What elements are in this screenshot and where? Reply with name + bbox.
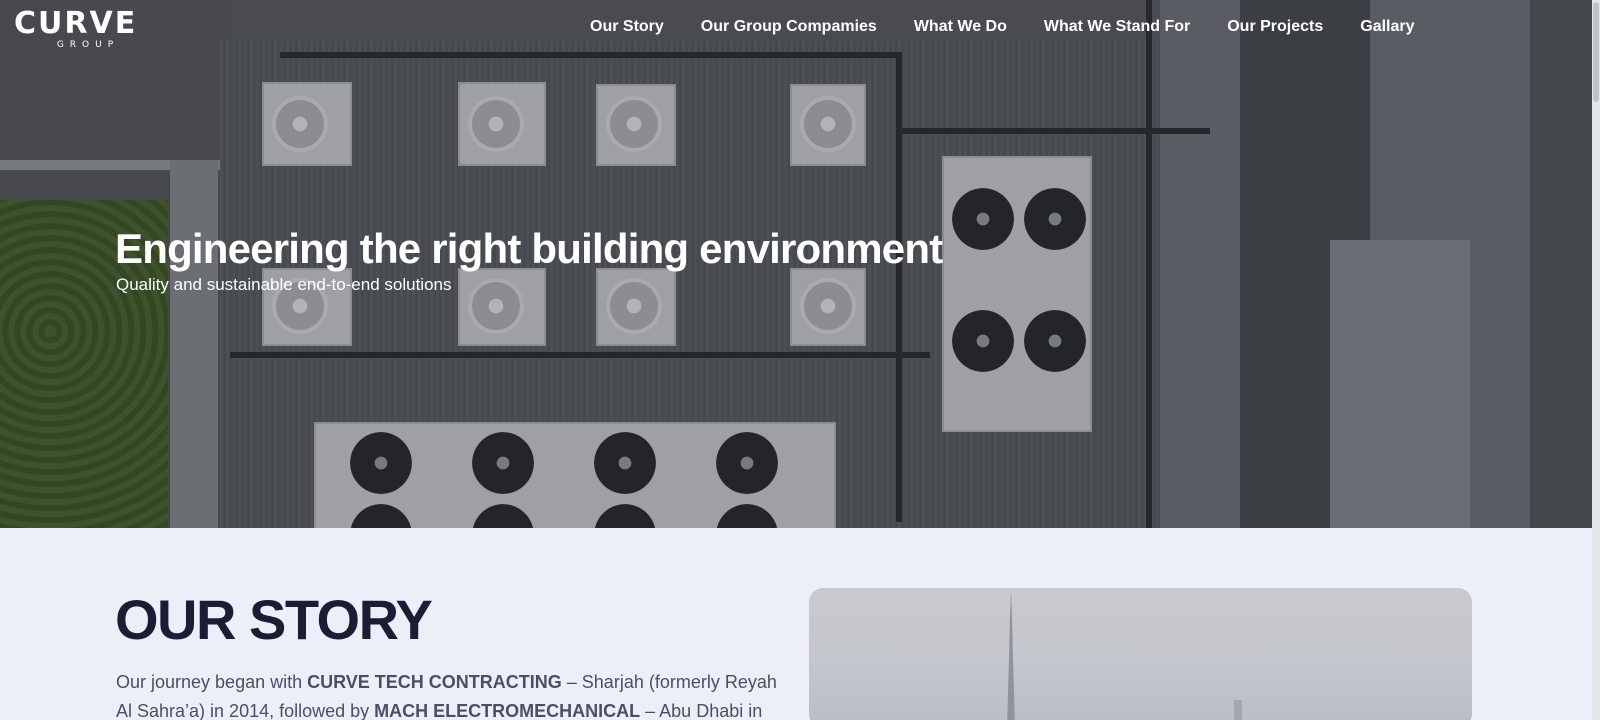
- story-title: OUR STORY: [115, 588, 433, 651]
- story-text-segment: Our journey began with: [116, 672, 308, 692]
- nav-our-group-companies[interactable]: Our Group Compamies: [701, 17, 877, 37]
- page-scrollbar[interactable]: [1592, 0, 1600, 720]
- nav-what-we-do[interactable]: What We Do: [914, 17, 1007, 37]
- nav-our-story[interactable]: Our Story: [590, 17, 664, 37]
- nav-gallery[interactable]: Gallary: [1360, 17, 1414, 37]
- story-paragraph: Our journey began with CURVE TECH CONTRA…: [116, 668, 786, 720]
- nav-what-we-stand-for[interactable]: What We Stand For: [1044, 17, 1190, 37]
- company-name-mach: MACH ELECTROMECHANICAL: [374, 701, 641, 720]
- story-skyline-image: [809, 588, 1472, 720]
- company-name-curve-tech: CURVE TECH CONTRACTING: [307, 672, 562, 692]
- logo-subtext: GROUP: [56, 40, 120, 50]
- hero-section: CURVE GROUP Our Story Our Group Compamie…: [0, 0, 1592, 528]
- scrollbar-thumb[interactable]: [1593, 2, 1599, 102]
- hero-subtitle: Quality and sustainable end-to-end solut…: [116, 275, 452, 294]
- curve-group-logo[interactable]: CURVE GROUP: [14, 8, 142, 52]
- skyline-building: [1234, 700, 1242, 720]
- skyline-tower-icon: [1007, 588, 1015, 720]
- nav-our-projects[interactable]: Our Projects: [1227, 17, 1323, 37]
- hero-title: Engineering the right building environme…: [115, 225, 943, 272]
- main-nav: Our Story Our Group Compamies What We Do…: [590, 17, 1415, 37]
- logo-wordmark: CURVE: [14, 6, 138, 41]
- story-text-segment: – Abu Dhabi in: [640, 701, 763, 720]
